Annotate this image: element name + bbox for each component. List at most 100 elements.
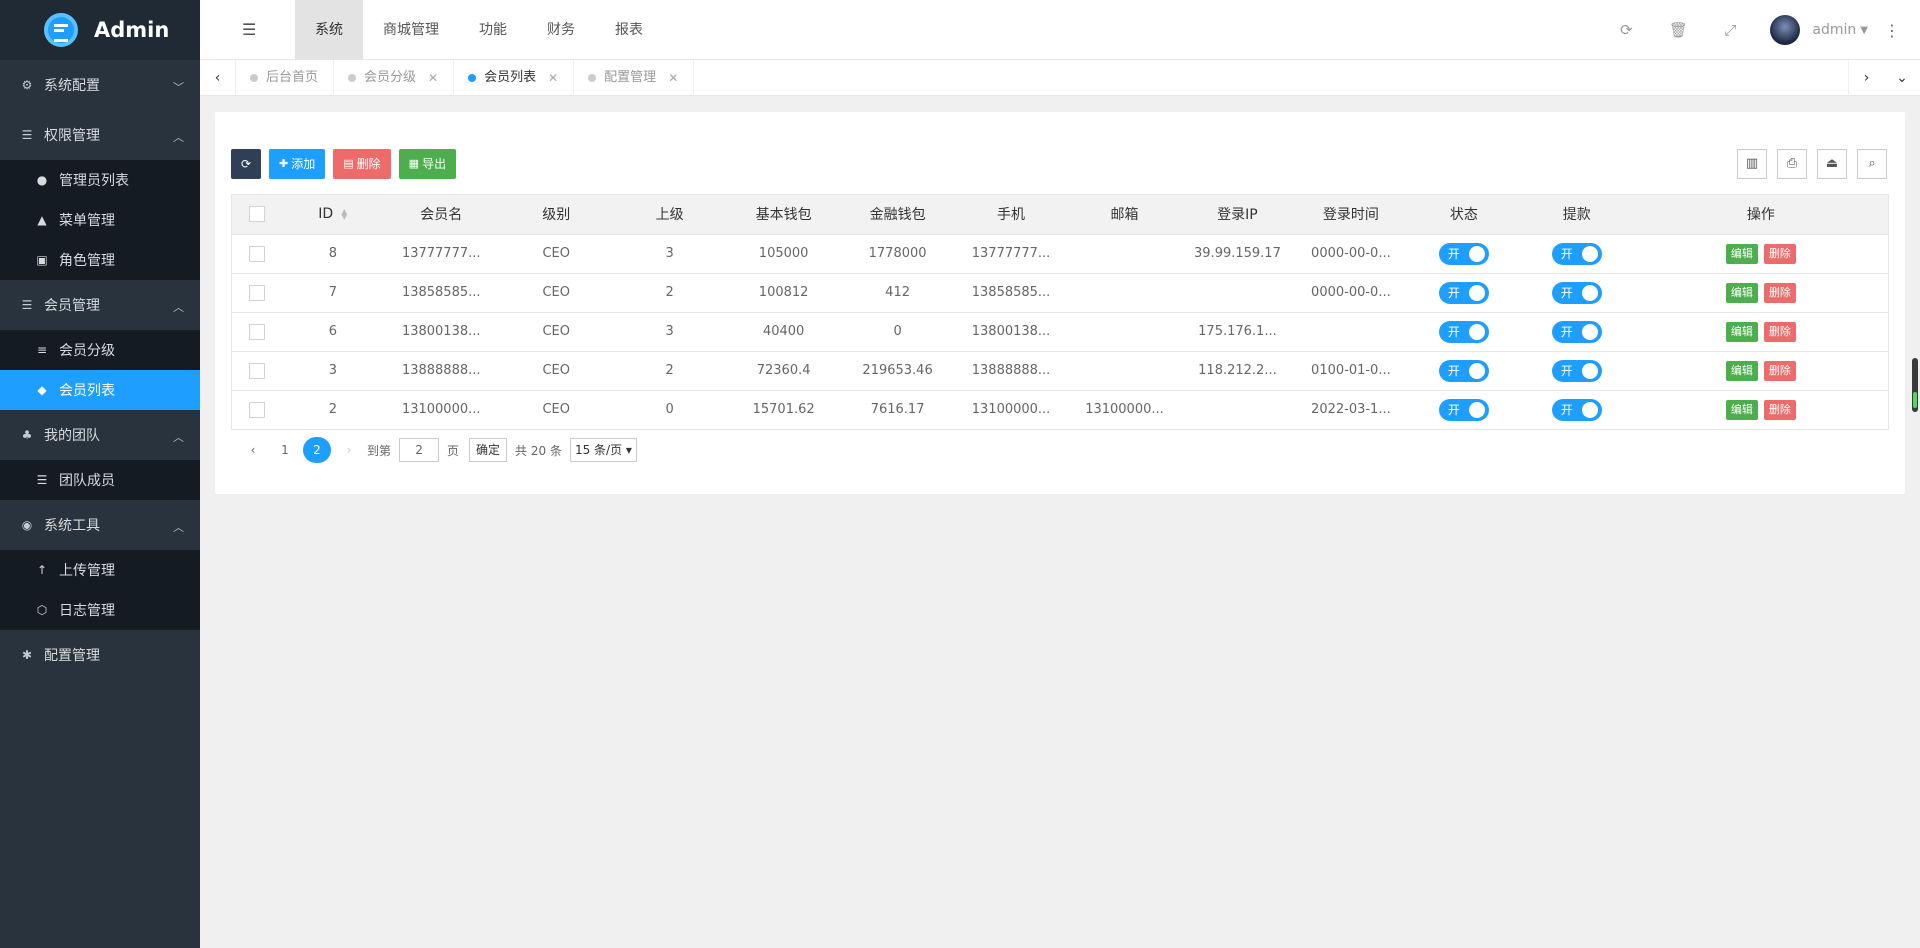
status-toggle[interactable]: 开 xyxy=(1438,281,1489,304)
row-checkbox[interactable] xyxy=(249,362,266,379)
col-actions: 操作 xyxy=(1633,195,1888,235)
goto-page-input[interactable]: 2 xyxy=(399,438,440,462)
status-toggle[interactable]: 开 xyxy=(1438,242,1489,265)
page-scrollbar[interactable] xyxy=(1912,358,1918,412)
sidebar-item-upload-manage[interactable]: ↑ 上传管理 xyxy=(0,550,200,590)
sort-icon[interactable]: ▲ ▼ xyxy=(341,208,347,221)
add-button[interactable]: ✚ 添加 xyxy=(269,149,326,179)
cell-actions: 编辑 删除 xyxy=(1633,234,1888,274)
tab-next-icon[interactable]: › xyxy=(1848,60,1884,96)
status-toggle[interactable]: 开 xyxy=(1438,320,1489,343)
status-toggle[interactable]: 开 xyxy=(1438,398,1489,421)
cell-actions: 编辑 删除 xyxy=(1634,390,1888,429)
sidebar-group-system-tools[interactable]: ◉ 系统工具 ︿ xyxy=(0,500,200,550)
delete-row-button[interactable]: 删除 xyxy=(1763,243,1796,264)
sidebar-group-label: 配置管理 xyxy=(44,648,100,664)
search-icon[interactable]: ⌕ xyxy=(1857,149,1887,179)
select-all-checkbox[interactable] xyxy=(249,206,266,223)
trash-icon[interactable]: 🗑 xyxy=(1652,21,1704,39)
cell-status: 开 xyxy=(1408,390,1520,429)
withdraw-toggle[interactable]: 开 xyxy=(1551,398,1602,421)
withdraw-toggle[interactable]: 开 xyxy=(1551,281,1602,304)
fullscreen-icon[interactable]: ⤢ xyxy=(1704,21,1756,39)
sidebar-group-members[interactable]: ☰ 会员管理 ︿ xyxy=(0,280,200,330)
delete-row-button[interactable]: 删除 xyxy=(1763,360,1796,381)
sidebar-item-admin-list[interactable]: ● 管理员列表 xyxy=(0,160,200,200)
toggle-label: 开 xyxy=(1447,364,1460,378)
delete-row-button[interactable]: 删除 xyxy=(1763,321,1796,342)
tab-member-list[interactable]: 会员列表 ✕ xyxy=(454,60,575,96)
page-2[interactable]: 2 xyxy=(303,437,331,463)
delete-label: 删除 xyxy=(356,157,381,171)
sidebar-item-label: 管理员列表 xyxy=(59,173,129,189)
user-name[interactable]: admin xyxy=(1812,22,1856,38)
page-size-select[interactable]: 15 条/页 ▾ xyxy=(569,438,637,462)
refresh-icon[interactable]: ⟳ xyxy=(1600,21,1652,39)
row-checkbox[interactable] xyxy=(249,284,266,301)
row-checkbox[interactable] xyxy=(249,401,266,418)
sidebar-item-member-levels[interactable]: ≡ 会员分级 xyxy=(0,330,200,370)
edit-button[interactable]: 编辑 xyxy=(1725,399,1758,420)
next-page-icon[interactable]: › xyxy=(335,437,363,463)
prev-page-icon[interactable]: ‹ xyxy=(239,437,267,463)
print-icon[interactable]: ⎙ xyxy=(1777,149,1807,179)
top-nav-reports[interactable]: 报表 xyxy=(595,0,663,60)
columns-filter-icon[interactable]: ▥ xyxy=(1737,149,1767,179)
sidebar-item-label: 会员列表 xyxy=(59,383,115,399)
avatar[interactable] xyxy=(1770,15,1801,45)
withdraw-toggle[interactable]: 开 xyxy=(1551,242,1602,265)
sidebar-item-menu-manage[interactable]: ▲ 菜单管理 xyxy=(0,200,200,240)
col-email: 邮箱 xyxy=(1068,195,1181,235)
sidebar-item-log-manage[interactable]: ⬡ 日志管理 xyxy=(0,590,200,630)
tab-prev-icon[interactable]: ‹ xyxy=(200,60,236,96)
tab-menu-chevron-down-icon[interactable]: ⌄ xyxy=(1884,60,1920,96)
top-nav-functions[interactable]: 功能 xyxy=(459,0,527,60)
caret-down-icon[interactable]: ▼ xyxy=(1860,25,1868,36)
close-icon[interactable]: ✕ xyxy=(668,60,678,96)
tab-config-manage[interactable]: 配置管理 ✕ xyxy=(574,60,695,96)
sidebar-item-role-manage[interactable]: ▣ 角色管理 xyxy=(0,240,200,280)
withdraw-toggle[interactable]: 开 xyxy=(1551,359,1602,382)
close-icon[interactable]: ✕ xyxy=(548,60,558,96)
row-checkbox[interactable] xyxy=(249,245,266,262)
menu-fold-icon[interactable]: ☰ xyxy=(242,20,256,39)
edit-button[interactable]: 编辑 xyxy=(1725,282,1758,303)
top-nav-finance[interactable]: 财务 xyxy=(527,0,595,60)
sidebar-item-member-list[interactable]: ◆ 会员列表 xyxy=(0,370,200,410)
delete-row-button[interactable]: 删除 xyxy=(1763,399,1796,420)
status-toggle[interactable]: 开 xyxy=(1438,359,1489,382)
goto-label: 到第 xyxy=(367,443,392,458)
row-checkbox[interactable] xyxy=(249,323,266,340)
sidebar-group-my-team[interactable]: ♣ 我的团队 ︿ xyxy=(0,410,200,460)
edit-button[interactable]: 编辑 xyxy=(1725,243,1758,264)
logo[interactable]: Admin xyxy=(0,0,200,60)
goto-confirm-button[interactable]: 确定 xyxy=(469,438,508,462)
chevron-down-icon: ▾ xyxy=(625,443,632,457)
tab-home[interactable]: 后台首页 xyxy=(236,60,335,96)
sidebar-group-config-manage[interactable]: ✱ 配置管理 xyxy=(0,630,200,680)
list-icon: ☰ xyxy=(36,473,48,487)
delete-row-button[interactable]: 删除 xyxy=(1763,282,1796,303)
chevron-up-icon: ︿ xyxy=(173,521,184,534)
export-button[interactable]: ▦ 导出 xyxy=(398,149,457,179)
cell-login-time: 0000-00-0... xyxy=(1293,234,1408,274)
top-nav-mall[interactable]: 商城管理 xyxy=(363,0,459,60)
edit-button[interactable]: 编辑 xyxy=(1725,321,1758,342)
export-icon[interactable]: ⏏ xyxy=(1817,149,1847,179)
row-checkbox-cell xyxy=(232,234,283,274)
col-id[interactable]: ID ▲ ▼ xyxy=(282,195,384,235)
sidebar-group-permissions[interactable]: ☰ 权限管理 ︿ xyxy=(0,110,200,160)
tab-member-levels[interactable]: 会员分级 ✕ xyxy=(334,60,455,96)
sidebar-group-label: 我的团队 xyxy=(44,428,100,444)
withdraw-toggle[interactable]: 开 xyxy=(1551,320,1602,343)
edit-button[interactable]: 编辑 xyxy=(1725,360,1758,381)
page-1[interactable]: 1 xyxy=(271,437,299,463)
sidebar-item-team-members[interactable]: ☰ 团队成员 xyxy=(0,460,200,500)
top-nav-system[interactable]: 系统 xyxy=(295,0,363,60)
delete-button[interactable]: ▤ 删除 xyxy=(333,149,391,179)
refresh-button[interactable]: ⟳ xyxy=(231,149,261,179)
sidebar-submenu-tools: ↑ 上传管理 ⬡ 日志管理 xyxy=(0,550,200,630)
sidebar-group-system-config[interactable]: ⚙ 系统配置 ﹀ xyxy=(0,60,200,110)
more-vertical-icon[interactable]: ⋮ xyxy=(1884,21,1900,40)
close-icon[interactable]: ✕ xyxy=(428,60,438,96)
